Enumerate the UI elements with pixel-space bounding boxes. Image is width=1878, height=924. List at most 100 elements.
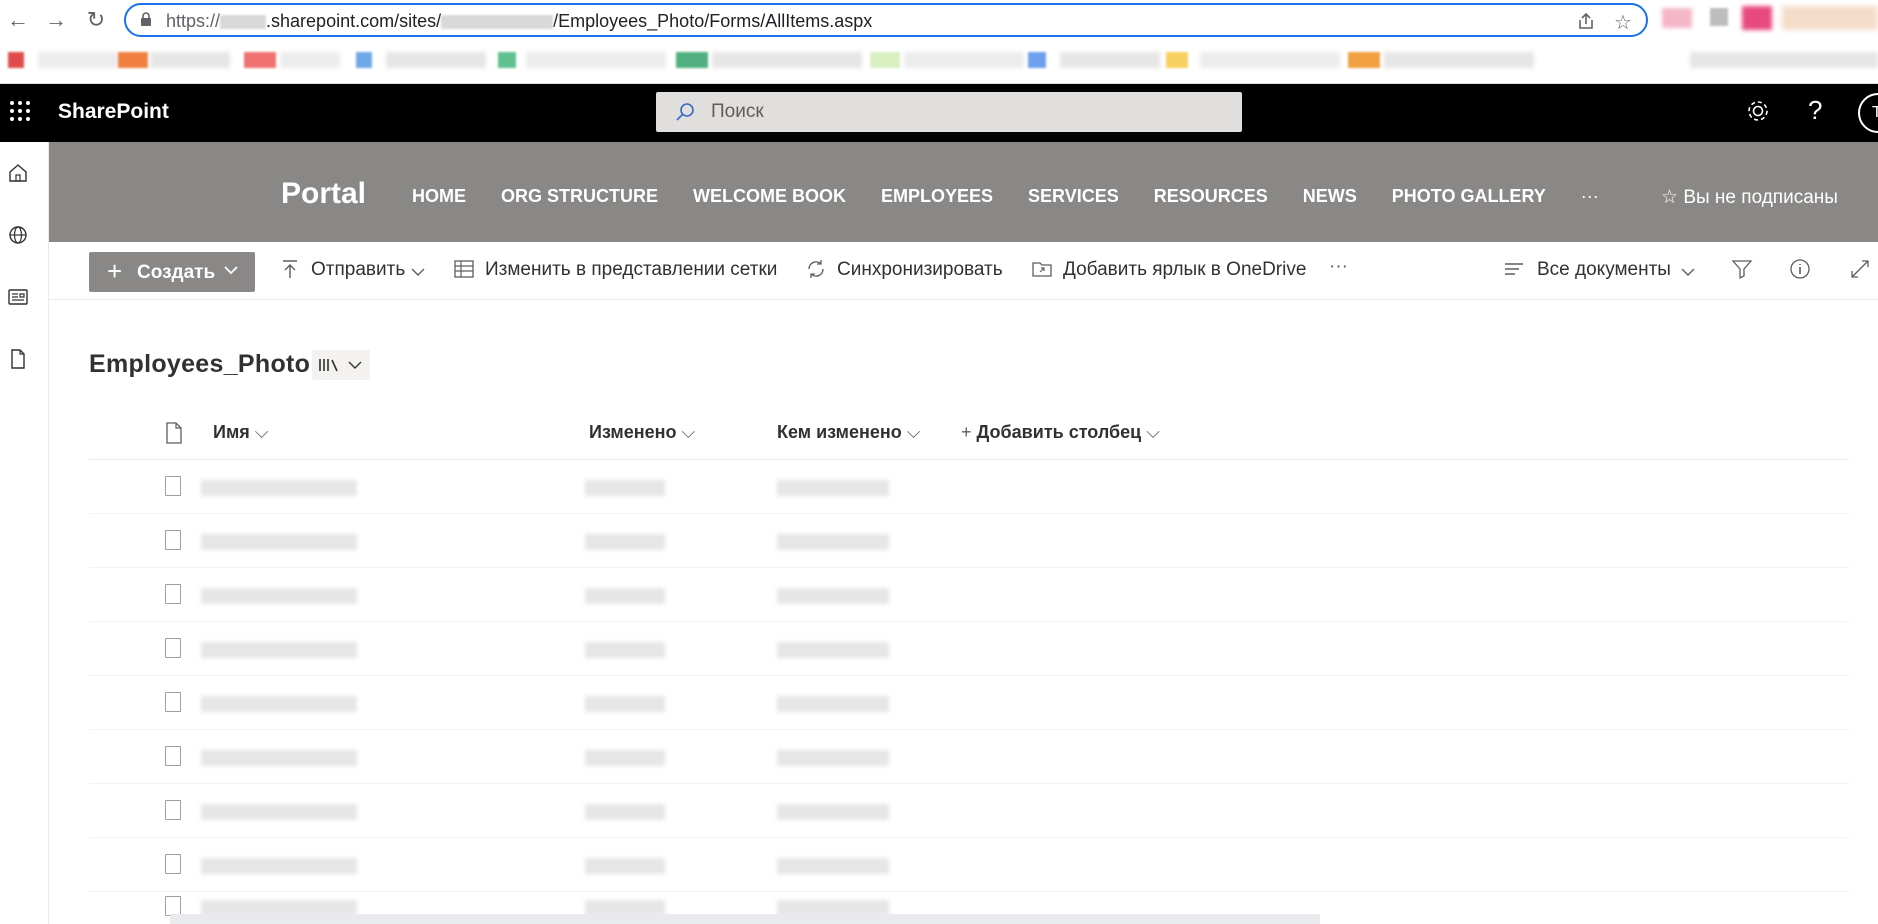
profile-button[interactable] (1782, 6, 1878, 30)
file-name-blurred (201, 480, 357, 496)
chevron-down-icon[interactable] (1681, 268, 1695, 277)
bookmark-item[interactable] (1200, 52, 1340, 68)
modified-date-blurred (585, 534, 665, 550)
reload-icon[interactable]: ↻ (82, 6, 110, 34)
bookmark-item[interactable] (498, 52, 516, 68)
share-icon[interactable] (1576, 11, 1596, 31)
bookmark-item[interactable] (1348, 52, 1380, 68)
extension-icon[interactable] (1742, 6, 1772, 30)
extension-icon[interactable] (1710, 8, 1728, 26)
bookmark-item[interactable] (1166, 52, 1188, 68)
filter-icon[interactable] (1731, 258, 1753, 280)
nav-item-home[interactable]: HOME (412, 186, 466, 210)
nav-item-services[interactable]: SERVICES (1028, 186, 1119, 210)
home-icon[interactable] (7, 162, 29, 184)
edit-grid-view-button[interactable]: Изменить в представлении сетки (485, 259, 777, 281)
bookmark-item[interactable] (526, 52, 666, 68)
list-item[interactable] (89, 514, 1849, 568)
grid-icon (454, 260, 474, 278)
bookmark-item[interactable] (1690, 52, 1878, 68)
bookmark-item[interactable] (150, 52, 230, 68)
column-header-modified[interactable]: Изменено ⌵ (589, 422, 695, 443)
back-arrow-icon[interactable]: ← (4, 6, 32, 34)
bookmark-item[interactable] (870, 52, 900, 68)
nav-item-news[interactable]: NEWS (1303, 186, 1357, 210)
list-item[interactable] (89, 784, 1849, 838)
nav-item-employees[interactable]: EMPLOYEES (881, 186, 993, 210)
chevron-down-icon (224, 266, 238, 275)
list-item[interactable] (89, 730, 1849, 784)
info-icon[interactable] (1789, 258, 1811, 280)
list-item[interactable] (89, 622, 1849, 676)
file-name-blurred (201, 858, 357, 874)
file-type-icon[interactable] (165, 422, 183, 444)
bookmark-item[interactable] (386, 52, 486, 68)
list-item[interactable] (89, 676, 1849, 730)
suite-bar: SharePoint Поиск ? T (0, 84, 1878, 142)
bookmark-item[interactable] (1384, 52, 1534, 68)
extension-icon[interactable] (1662, 8, 1692, 28)
bookmark-item[interactable] (712, 52, 862, 68)
nav-more-button[interactable]: ··· (1581, 186, 1599, 210)
news-icon[interactable] (7, 286, 29, 308)
image-file-icon (165, 530, 181, 550)
bookmark-item[interactable] (38, 52, 118, 68)
bookmark-item[interactable] (356, 52, 372, 68)
avatar[interactable]: T (1858, 93, 1878, 133)
chevron-down-icon[interactable] (411, 268, 425, 277)
upload-icon (283, 260, 297, 278)
horizontal-scrollbar[interactable] (170, 914, 1320, 924)
modified-by-blurred (777, 480, 889, 496)
forward-arrow-icon[interactable]: → (42, 6, 70, 34)
new-button[interactable]: + Создать (89, 252, 255, 292)
view-selector[interactable]: Все документы (1537, 259, 1671, 281)
bookmark-item[interactable] (1060, 52, 1160, 68)
browser-toolbar: ← → ↻ https://.sharepoint.com/sites//Emp… (0, 0, 1878, 40)
send-button[interactable]: Отправить (311, 259, 405, 281)
apps-grid-icon[interactable] (8, 52, 24, 68)
file-name-blurred (201, 804, 357, 820)
bookmark-item[interactable] (904, 52, 1024, 68)
modified-date-blurred (585, 588, 665, 604)
nav-item-photo-gallery[interactable]: PHOTO GALLERY (1392, 186, 1546, 210)
column-header-name[interactable]: Имя ⌵ (213, 422, 268, 443)
column-header-modified-by[interactable]: Кем изменено ⌵ (777, 422, 920, 443)
modified-by-blurred (777, 696, 889, 712)
add-column-button[interactable]: + Добавить столбец ⌵ (961, 422, 1160, 443)
bookmark-item[interactable] (1028, 52, 1046, 68)
nav-item-welcome-book[interactable]: WELCOME BOOK (693, 186, 846, 210)
add-shortcut-button[interactable]: Добавить ярлык в OneDrive (1063, 259, 1306, 281)
modified-date-blurred (585, 750, 665, 766)
document-icon[interactable] (7, 348, 29, 370)
gear-icon[interactable] (1744, 97, 1772, 125)
bookmarks-bar (0, 40, 1878, 84)
address-bar[interactable]: https://.sharepoint.com/sites//Employees… (124, 3, 1648, 37)
site-title[interactable]: Portal (281, 177, 366, 211)
more-commands-button[interactable]: ··· (1329, 256, 1348, 278)
help-icon[interactable]: ? (1808, 95, 1822, 126)
bookmark-item[interactable] (118, 52, 148, 68)
plus-icon: + (107, 256, 123, 286)
sync-icon (808, 260, 824, 278)
nav-item-resources[interactable]: RESOURCES (1154, 186, 1268, 210)
globe-icon[interactable] (7, 224, 29, 246)
left-app-bar (0, 142, 49, 924)
file-name-blurred (201, 588, 357, 604)
star-bookmark-icon[interactable]: ☆ (1614, 10, 1632, 35)
list-item[interactable] (89, 568, 1849, 622)
bookmark-item[interactable] (244, 52, 276, 68)
bookmark-item[interactable] (280, 52, 340, 68)
search-input[interactable]: Поиск (656, 92, 1242, 132)
nav-item-org-structure[interactable]: ORG STRUCTURE (501, 186, 658, 210)
list-item[interactable] (89, 460, 1849, 514)
sharepoint-brand[interactable]: SharePoint (58, 100, 169, 124)
bookmark-item[interactable] (676, 52, 708, 68)
library-switcher[interactable] (312, 350, 370, 380)
follow-button[interactable]: ☆ Вы не подписаны (1661, 186, 1838, 209)
image-file-icon (165, 896, 181, 916)
sync-button[interactable]: Синхронизировать (837, 259, 1003, 281)
expand-icon[interactable] (1849, 258, 1871, 280)
view-list-icon (1505, 263, 1523, 275)
add-shortcut-icon (1032, 262, 1052, 277)
app-launcher-icon[interactable] (8, 99, 32, 123)
